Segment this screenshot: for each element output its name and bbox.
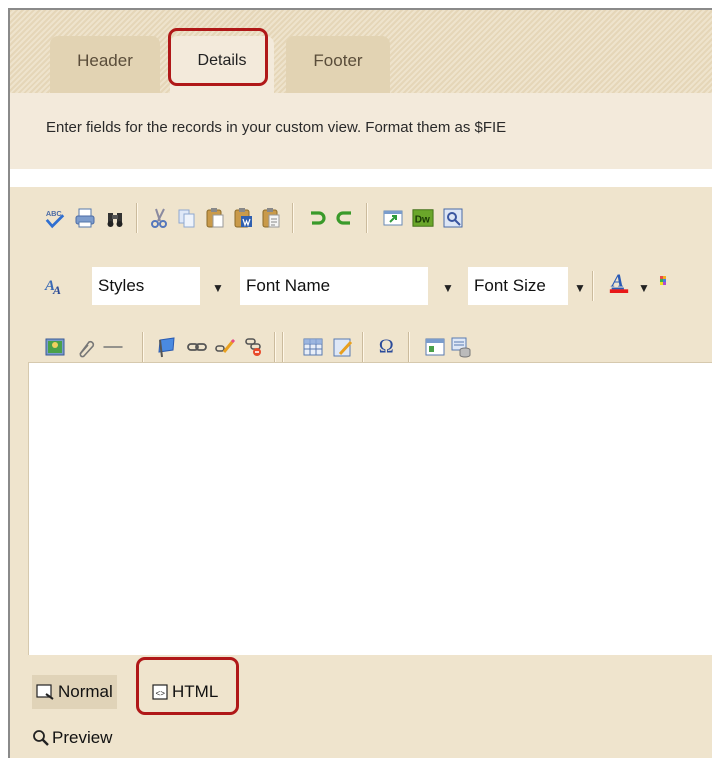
toolbar-separator (362, 332, 364, 362)
font-size-dropdown[interactable]: Font Size (468, 267, 568, 305)
toolbar-separator (366, 203, 368, 233)
attachment-icon[interactable] (74, 336, 96, 358)
insert-window-icon[interactable] (382, 207, 404, 229)
special-character-icon[interactable]: Ω (376, 334, 398, 357)
styles-dropdown[interactable]: Styles (92, 267, 200, 305)
styles-icon: A A (44, 274, 66, 296)
svg-text:<>: <> (156, 690, 166, 699)
tab-details-label: Details (197, 51, 247, 69)
font-size-dropdown-arrow-icon[interactable]: ▼ (574, 281, 586, 295)
mode-bar: Normal <> HTML Preview (10, 655, 712, 758)
tab-details[interactable]: Details (170, 36, 274, 93)
toolbar-top-strip (10, 169, 712, 187)
styles-label: Styles (98, 276, 145, 295)
zoom-icon[interactable] (442, 207, 464, 229)
svg-text:A: A (611, 271, 624, 291)
editor-content-area[interactable] (28, 362, 712, 656)
cut-icon[interactable] (148, 207, 170, 229)
tab-strip: Header Details Footer (10, 10, 712, 93)
edit-link-icon[interactable] (214, 336, 236, 358)
paste-word-icon[interactable] (232, 207, 254, 229)
preview-mode-label: Preview (52, 728, 113, 747)
unlink-icon[interactable] (242, 336, 264, 358)
styles-dropdown-arrow-icon[interactable]: ▼ (212, 281, 224, 295)
database-fields-icon[interactable] (450, 336, 472, 358)
link-icon[interactable] (186, 336, 208, 358)
instructions-text: Enter fields for the records in your cus… (46, 119, 507, 136)
horizontal-rule-icon[interactable] (102, 336, 124, 358)
font-name-dropdown-arrow-icon[interactable]: ▼ (442, 281, 454, 295)
toolbar-separator (274, 332, 276, 362)
dreamweaver-icon[interactable]: Dw (412, 207, 434, 229)
normal-mode-button[interactable]: Normal (32, 675, 117, 709)
toolbar-separator (282, 332, 284, 362)
svg-text:Ω: Ω (379, 335, 394, 357)
print-icon[interactable] (74, 207, 96, 229)
spellcheck-icon[interactable]: ABC (44, 207, 66, 229)
toolbar-separator (142, 332, 144, 362)
html-mode-label: HTML (172, 682, 219, 701)
anchor-flag-icon[interactable] (156, 336, 178, 358)
editor-frame: Header Details Footer Enter fields for t… (8, 8, 712, 758)
tab-header-label: Header (77, 50, 133, 70)
insert-template-icon[interactable] (424, 336, 446, 358)
preview-mode-icon (33, 730, 49, 746)
font-name-dropdown[interactable]: Font Name (240, 267, 428, 305)
svg-text:A: A (52, 283, 61, 296)
html-mode-icon: <> (152, 684, 168, 700)
dreamweaver-label: Dw (415, 215, 430, 226)
toolbar-separator (592, 271, 594, 301)
font-size-label: Font Size (474, 276, 546, 295)
copy-icon[interactable] (176, 207, 198, 229)
font-color-icon[interactable]: A (608, 271, 630, 293)
paste-icon[interactable] (204, 207, 226, 229)
normal-mode-label: Normal (58, 682, 113, 701)
tab-header[interactable]: Header (50, 36, 160, 93)
redo-icon[interactable] (334, 207, 356, 229)
find-icon[interactable] (104, 207, 126, 229)
table-icon[interactable] (302, 336, 324, 358)
font-name-label: Font Name (246, 276, 331, 295)
preview-mode-button[interactable]: Preview (32, 723, 112, 753)
paste-text-icon[interactable] (260, 207, 282, 229)
form-edit-icon[interactable] (332, 336, 354, 358)
instructions-panel: Enter fields for the records in your cus… (10, 93, 712, 169)
editor-toolbar: ABC Dw A A Styles ▼ Font Name ▼ Font Siz… (10, 187, 712, 362)
insert-image-icon[interactable] (44, 336, 66, 358)
toolbar-separator (136, 203, 138, 233)
undo-icon[interactable] (306, 207, 328, 229)
tab-footer[interactable]: Footer (286, 36, 390, 93)
toolbar-separator (408, 332, 410, 362)
html-mode-button[interactable]: <> HTML (148, 675, 222, 709)
font-color-arrow-icon[interactable]: ▼ (638, 281, 650, 295)
tab-footer-label: Footer (313, 50, 363, 70)
toolbar-separator (292, 203, 294, 233)
normal-mode-icon (36, 684, 54, 700)
highlight-color-icon[interactable] (658, 271, 680, 293)
